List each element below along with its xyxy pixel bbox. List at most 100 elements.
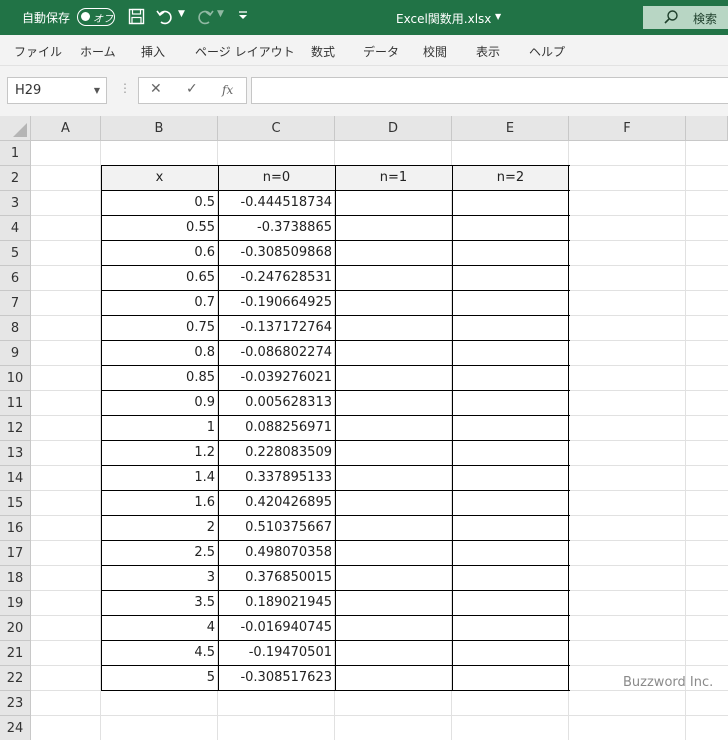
tab-formulas[interactable]: 数式 [311,43,335,60]
undo-icon[interactable] [156,8,174,26]
table-cell[interactable]: 4 [101,616,218,641]
row-header-23[interactable]: 23 [0,691,31,716]
file-name[interactable]: Excel関数用.xlsx [396,10,491,27]
table-cell[interactable] [452,216,569,241]
table-cell[interactable] [452,191,569,216]
table-cell[interactable]: -0.247628531 [218,266,335,291]
table-cell[interactable]: 0.005628313 [218,391,335,416]
table-cell[interactable] [335,416,452,441]
table-cell[interactable]: 2.5 [101,541,218,566]
table-cell[interactable] [452,291,569,316]
row-header-13[interactable]: 13 [0,441,31,466]
tab-view[interactable]: 表示 [476,43,500,60]
table-cell[interactable]: 0.337895133 [218,466,335,491]
table-header-cell[interactable]: n=0 [218,166,335,191]
table-cell[interactable] [335,666,452,691]
row-header-20[interactable]: 20 [0,616,31,641]
table-cell[interactable] [452,416,569,441]
table-cell[interactable] [335,541,452,566]
table-cell[interactable] [335,291,452,316]
table-cell[interactable]: 0.498070358 [218,541,335,566]
tab-help[interactable]: ヘルプ [529,43,565,60]
table-cell[interactable]: 1.4 [101,466,218,491]
table-cell[interactable]: -0.086802274 [218,341,335,366]
row-header-9[interactable]: 9 [0,341,31,366]
search-box[interactable]: 検索 [643,6,728,29]
row-header-5[interactable]: 5 [0,241,31,266]
table-cell[interactable] [335,216,452,241]
table-cell[interactable] [452,641,569,666]
table-cell[interactable] [335,566,452,591]
table-cell[interactable]: -0.039276021 [218,366,335,391]
column-header-b[interactable]: B [101,116,218,141]
table-cell[interactable] [335,441,452,466]
customize-toolbar-icon[interactable] [234,8,252,26]
table-cell[interactable] [335,366,452,391]
row-header-12[interactable]: 12 [0,416,31,441]
row-header-15[interactable]: 15 [0,491,31,516]
table-cell[interactable]: -0.3738865 [218,216,335,241]
row-header-3[interactable]: 3 [0,191,31,216]
table-cell[interactable] [335,241,452,266]
worksheet-grid[interactable]: Buzzword Inc. A B C D E F 1 2 3 4 5 6 7 8 9 10 11 12 13 14 1… [0,116,728,740]
autosave-toggle[interactable]: オフ [77,8,115,26]
row-header-24[interactable]: 24 [0,716,31,740]
table-cell[interactable]: -0.308517623 [218,666,335,691]
table-cell[interactable] [335,516,452,541]
formula-input[interactable] [251,77,728,104]
tab-insert[interactable]: 挿入 [141,43,165,60]
column-header-partial[interactable] [686,116,728,141]
row-header-18[interactable]: 18 [0,566,31,591]
column-header-e[interactable]: E [452,116,569,141]
save-icon[interactable] [127,8,145,26]
table-cell[interactable]: 2 [101,516,218,541]
row-header-21[interactable]: 21 [0,641,31,666]
table-cell[interactable]: -0.016940745 [218,616,335,641]
table-cell[interactable]: 0.6 [101,241,218,266]
column-header-f[interactable]: F [569,116,686,141]
cancel-icon[interactable]: ✕ [150,81,162,97]
table-cell[interactable] [452,616,569,641]
row-header-11[interactable]: 11 [0,391,31,416]
table-cell[interactable]: 0.7 [101,291,218,316]
table-cell[interactable]: 0.75 [101,316,218,341]
table-cell[interactable]: -0.190664925 [218,291,335,316]
table-cell[interactable]: 0.8 [101,341,218,366]
table-cell[interactable]: 0.510375667 [218,516,335,541]
table-cell[interactable] [335,591,452,616]
row-header-2[interactable]: 2 [0,166,31,191]
table-cell[interactable]: 0.65 [101,266,218,291]
table-cell[interactable] [452,266,569,291]
formula-bar-grip-icon[interactable]: ⋮ [119,81,131,95]
table-cell[interactable] [452,391,569,416]
table-cell[interactable] [335,341,452,366]
table-cell[interactable]: -0.19470501 [218,641,335,666]
row-header-19[interactable]: 19 [0,591,31,616]
row-header-16[interactable]: 16 [0,516,31,541]
table-cell[interactable]: -0.444518734 [218,191,335,216]
table-cell[interactable] [335,191,452,216]
table-cell[interactable] [452,516,569,541]
table-cell[interactable]: 0.9 [101,391,218,416]
row-header-4[interactable]: 4 [0,216,31,241]
filename-dropdown-icon[interactable]: ▼ [495,12,501,21]
name-box-dropdown-icon[interactable]: ▼ [94,86,100,95]
table-cell[interactable] [452,541,569,566]
table-cell[interactable]: 0.420426895 [218,491,335,516]
row-header-17[interactable]: 17 [0,541,31,566]
row-header-8[interactable]: 8 [0,316,31,341]
table-cell[interactable] [452,316,569,341]
table-cell[interactable] [452,666,569,691]
table-cell[interactable] [452,466,569,491]
row-header-14[interactable]: 14 [0,466,31,491]
row-header-7[interactable]: 7 [0,291,31,316]
table-cell[interactable]: 0.228083509 [218,441,335,466]
tab-file[interactable]: ファイル [14,43,62,60]
tab-data[interactable]: データ [363,43,399,60]
undo-dropdown-icon[interactable]: ▼ [178,9,185,19]
table-cell[interactable]: 0.189021945 [218,591,335,616]
table-cell[interactable]: -0.308509868 [218,241,335,266]
table-cell[interactable] [335,466,452,491]
table-cell[interactable] [452,241,569,266]
table-cell[interactable] [452,341,569,366]
